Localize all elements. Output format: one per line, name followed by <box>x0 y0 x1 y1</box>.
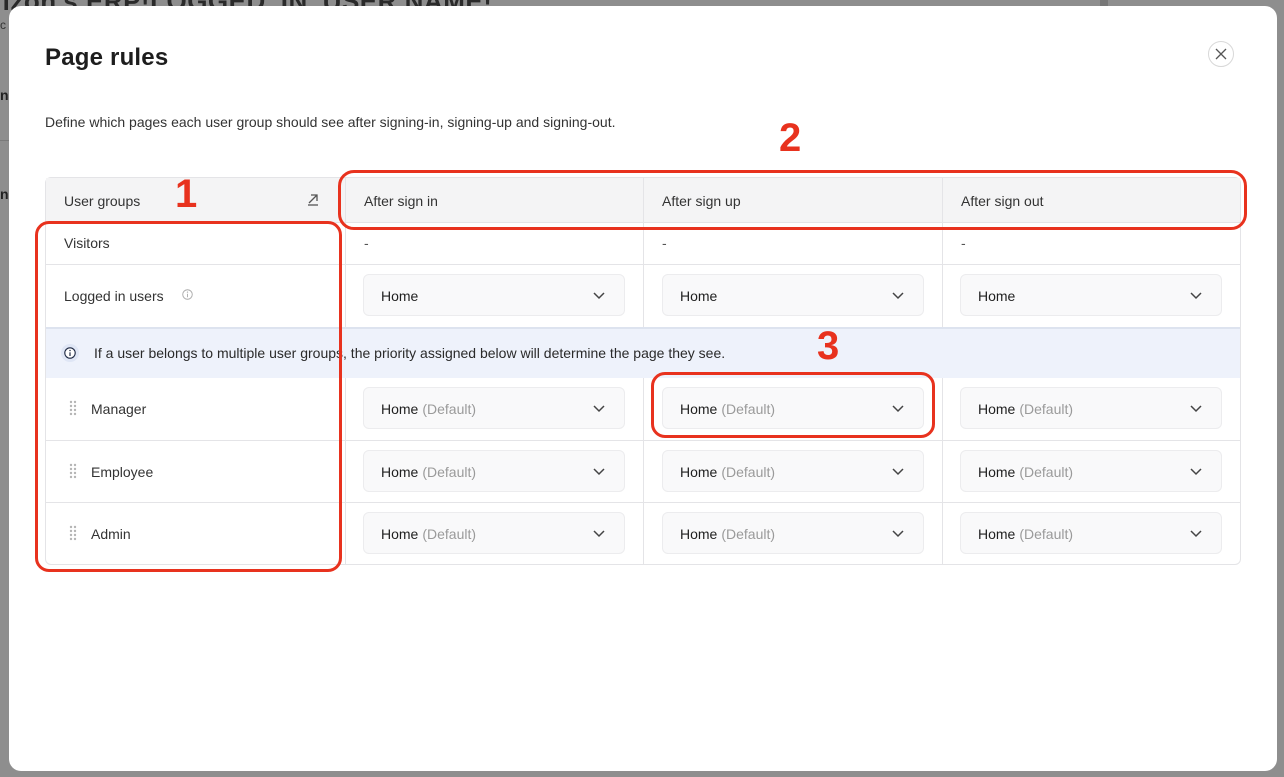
select-value: Home <box>381 288 419 304</box>
close-button[interactable] <box>1208 41 1234 67</box>
modal-description: Define which pages each user group shoul… <box>45 114 616 130</box>
select-value: Home (Default) <box>381 464 477 480</box>
select-logged-in-sign-out[interactable]: Home <box>960 274 1222 316</box>
select-manager-sign-out[interactable]: Home (Default) <box>960 387 1222 429</box>
select-admin-sign-in[interactable]: Home (Default) <box>363 512 625 554</box>
select-value: Home <box>680 288 718 304</box>
default-tag: (Default) <box>422 526 477 542</box>
chevron-down-icon <box>1190 405 1202 413</box>
default-tag: (Default) <box>1019 526 1074 542</box>
visitors-sign-out-value: - <box>961 235 966 251</box>
select-logged-in-sign-up[interactable]: Home <box>662 274 924 316</box>
chevron-down-icon <box>593 530 605 538</box>
chevron-down-icon <box>593 405 605 413</box>
chevron-down-icon <box>1190 292 1202 300</box>
default-tag: (Default) <box>422 464 477 480</box>
close-icon <box>1215 48 1227 60</box>
select-value: Home (Default) <box>381 401 477 417</box>
select-value: Home (Default) <box>978 401 1074 417</box>
column-divider <box>345 378 346 565</box>
select-value: Home (Default) <box>680 526 776 542</box>
annotation-box-user-groups <box>35 221 342 572</box>
chevron-down-icon <box>1190 530 1202 538</box>
visitors-sign-up-value: - <box>662 235 667 251</box>
chevron-down-icon <box>593 292 605 300</box>
select-logged-in-sign-in[interactable]: Home <box>363 274 625 316</box>
background-text: c <box>0 18 6 32</box>
annotation-number-3: 3 <box>817 324 840 368</box>
select-admin-sign-out[interactable]: Home (Default) <box>960 512 1222 554</box>
column-divider <box>643 378 644 565</box>
header-user-groups: User groups <box>64 193 141 209</box>
select-value: Home (Default) <box>978 526 1074 542</box>
chevron-down-icon <box>892 292 904 300</box>
select-value: Home (Default) <box>978 464 1074 480</box>
select-employee-sign-in[interactable]: Home (Default) <box>363 450 625 492</box>
select-value: Home (Default) <box>680 464 776 480</box>
default-tag: (Default) <box>1019 401 1074 417</box>
default-tag: (Default) <box>422 401 477 417</box>
annotation-number-1: 1 <box>175 172 198 216</box>
annotation-box-header-columns <box>338 170 1247 230</box>
default-tag: (Default) <box>1019 464 1074 480</box>
chevron-down-icon <box>892 468 904 476</box>
default-tag: (Default) <box>721 526 776 542</box>
select-value: Home (Default) <box>381 526 477 542</box>
external-link-icon[interactable] <box>306 192 320 206</box>
default-tag: (Default) <box>721 464 776 480</box>
chevron-down-icon <box>1190 468 1202 476</box>
chevron-down-icon <box>892 530 904 538</box>
column-divider <box>942 378 943 565</box>
annotation-box-select-highlight <box>651 372 935 438</box>
select-admin-sign-up[interactable]: Home (Default) <box>662 512 924 554</box>
annotation-number-2: 2 <box>779 116 802 160</box>
background-divider <box>0 140 9 141</box>
select-employee-sign-out[interactable]: Home (Default) <box>960 450 1222 492</box>
chevron-down-icon <box>593 468 605 476</box>
background-text: n <box>0 186 9 202</box>
select-manager-sign-in[interactable]: Home (Default) <box>363 387 625 429</box>
select-employee-sign-up[interactable]: Home (Default) <box>662 450 924 492</box>
select-value: Home <box>978 288 1016 304</box>
modal-title: Page rules <box>45 44 169 71</box>
visitors-sign-in-value: - <box>364 235 369 251</box>
